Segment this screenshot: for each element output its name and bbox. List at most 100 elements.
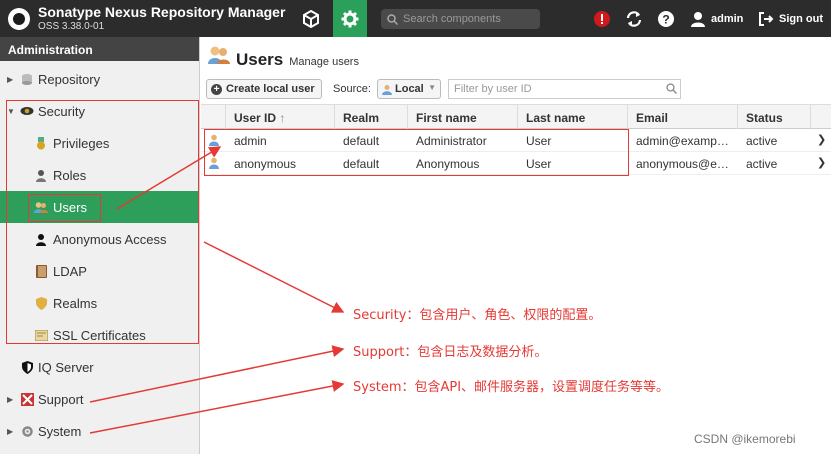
user-icon <box>209 134 219 146</box>
table-row[interactable]: admin default Administrator User admin@e… <box>201 129 831 152</box>
column-header-status[interactable]: Status <box>738 105 811 129</box>
shield-icon <box>20 360 34 374</box>
column-header-email[interactable]: Email <box>628 105 738 129</box>
help-icon: ? <box>658 10 674 27</box>
user-account-button[interactable]: admin <box>690 0 745 37</box>
admin-sidebar: Administration ▶ Repository ▼ Security P… <box>0 37 200 454</box>
sidebar-item-users[interactable]: Users <box>0 191 199 223</box>
annotation-support: Support：包含日志及数据分析。 <box>353 345 548 360</box>
gear-icon <box>341 10 359 27</box>
sidebar-item-label: Security <box>38 103 85 119</box>
cube-icon <box>303 9 319 28</box>
users-icon <box>208 46 230 64</box>
cell-email: anonymous@exa... <box>636 157 738 171</box>
sign-out-label: Sign out <box>779 12 823 25</box>
cell-last-name: User <box>526 157 552 171</box>
book-icon <box>34 264 48 278</box>
collapse-caret-icon[interactable]: ▼ <box>7 107 15 116</box>
cell-status: active <box>746 157 778 171</box>
expand-caret-icon[interactable]: ▶ <box>7 75 13 84</box>
sidebar-item-label: Anonymous Access <box>53 231 167 247</box>
annotation-security: Security：包含用户、角色、权限的配置。 <box>353 308 602 323</box>
sidebar-item-roles[interactable]: Roles <box>0 159 199 191</box>
sidebar-title: Administration <box>0 37 199 61</box>
database-icon <box>20 72 34 86</box>
user-role-icon <box>34 168 48 182</box>
watermark: CSDN @ikemorebi <box>694 432 796 446</box>
cell-last-name: User <box>526 134 552 148</box>
sidebar-item-privileges[interactable]: Privileges <box>0 127 199 159</box>
column-header-user-id[interactable]: User ID ↑ <box>226 105 335 129</box>
filter-user-id-input[interactable] <box>448 79 681 99</box>
help-button[interactable]: ? <box>656 0 676 37</box>
sidebar-item-system[interactable]: ▶ System <box>0 415 199 447</box>
medal-icon <box>34 136 48 150</box>
sidebar-item-realms[interactable]: Realms <box>0 287 199 319</box>
system-alert-button[interactable] <box>592 0 612 37</box>
page-header: Users Manage users <box>208 45 359 70</box>
cell-first-name: Administrator <box>416 134 487 148</box>
cell-realm: default <box>343 157 380 171</box>
table-row[interactable]: anonymous default Anonymous User anonymo… <box>201 152 831 175</box>
browse-button[interactable] <box>294 0 328 37</box>
sidebar-item-label: System <box>38 423 82 439</box>
sidebar-item-repository[interactable]: ▶ Repository <box>0 63 199 95</box>
user-icon <box>691 11 705 27</box>
app-title: Sonatype Nexus Repository Manager <box>38 4 286 20</box>
sidebar-item-label: Users <box>53 199 87 215</box>
cell-user-id: admin <box>234 134 267 148</box>
create-label: Create local user <box>226 83 315 95</box>
column-header-last-name[interactable]: Last name <box>518 105 628 129</box>
users-icon <box>34 200 48 214</box>
cell-user-id: anonymous <box>234 157 297 171</box>
top-bar: Sonatype Nexus Repository Manager OSS 3.… <box>0 0 831 37</box>
sidebar-item-anonymous-access[interactable]: Anonymous Access <box>0 223 199 255</box>
sign-out-button[interactable]: Sign out <box>758 0 828 37</box>
sidebar-item-label: Support <box>38 391 84 407</box>
sidebar-item-label: Roles <box>53 167 87 183</box>
chevron-right-icon[interactable]: ❯ <box>817 156 826 169</box>
user-icon <box>34 232 48 246</box>
page-title: Users <box>236 50 284 69</box>
page-subtitle: Manage users <box>289 56 359 68</box>
app-version: OSS 3.38.0-01 <box>38 21 105 32</box>
sidebar-item-label: Privileges <box>53 135 110 151</box>
sidebar-item-label: SSL Certificates <box>53 327 146 343</box>
plus-icon: + <box>211 83 222 95</box>
sidebar-item-ssl-certificates[interactable]: SSL Certificates <box>0 319 199 351</box>
chevron-right-icon[interactable]: ❯ <box>817 133 826 146</box>
annotation-system: System：包含API、邮件服务器，设置调度任务等等。 <box>353 380 670 395</box>
user-icon <box>382 84 392 95</box>
sidebar-item-security[interactable]: ▼ Security <box>0 95 199 127</box>
cell-realm: default <box>343 134 380 148</box>
sidebar-item-label: LDAP <box>53 263 87 279</box>
sonatype-logo-icon[interactable] <box>8 8 30 30</box>
search-icon[interactable] <box>666 83 677 94</box>
svg-text:?: ? <box>662 12 669 26</box>
search-components-input[interactable]: Search components <box>381 9 540 29</box>
sidebar-item-label: Repository <box>38 71 101 87</box>
sidebar-item-ldap[interactable]: LDAP <box>0 255 199 287</box>
source-select[interactable]: Local ▼ <box>377 79 441 99</box>
administration-button[interactable] <box>333 0 367 37</box>
cell-email: admin@example.... <box>636 134 738 148</box>
expand-caret-icon[interactable]: ▶ <box>7 427 13 436</box>
expand-caret-icon[interactable]: ▶ <box>7 395 13 404</box>
sidebar-item-iq-server[interactable]: IQ Server <box>0 351 199 383</box>
source-label: Source: <box>333 83 371 95</box>
certificate-icon <box>34 328 48 342</box>
sidebar-item-label: IQ Server <box>38 359 94 375</box>
refresh-icon <box>626 10 642 27</box>
table-header: User ID ↑ Realm First name Last name Ema… <box>201 104 831 129</box>
refresh-button[interactable] <box>624 0 644 37</box>
chevron-down-icon: ▼ <box>428 83 436 92</box>
source-value: Local <box>395 83 424 95</box>
users-toolbar: + Create local user Source: Local ▼ <box>201 77 831 103</box>
sign-out-icon <box>759 11 774 26</box>
column-header-realm[interactable]: Realm <box>335 105 408 129</box>
sidebar-item-support[interactable]: ▶ Support <box>0 383 199 415</box>
create-local-user-button[interactable]: + Create local user <box>206 79 322 99</box>
cell-first-name: Anonymous <box>416 157 480 171</box>
shield-icon <box>34 296 48 310</box>
column-header-first-name[interactable]: First name <box>408 105 518 129</box>
